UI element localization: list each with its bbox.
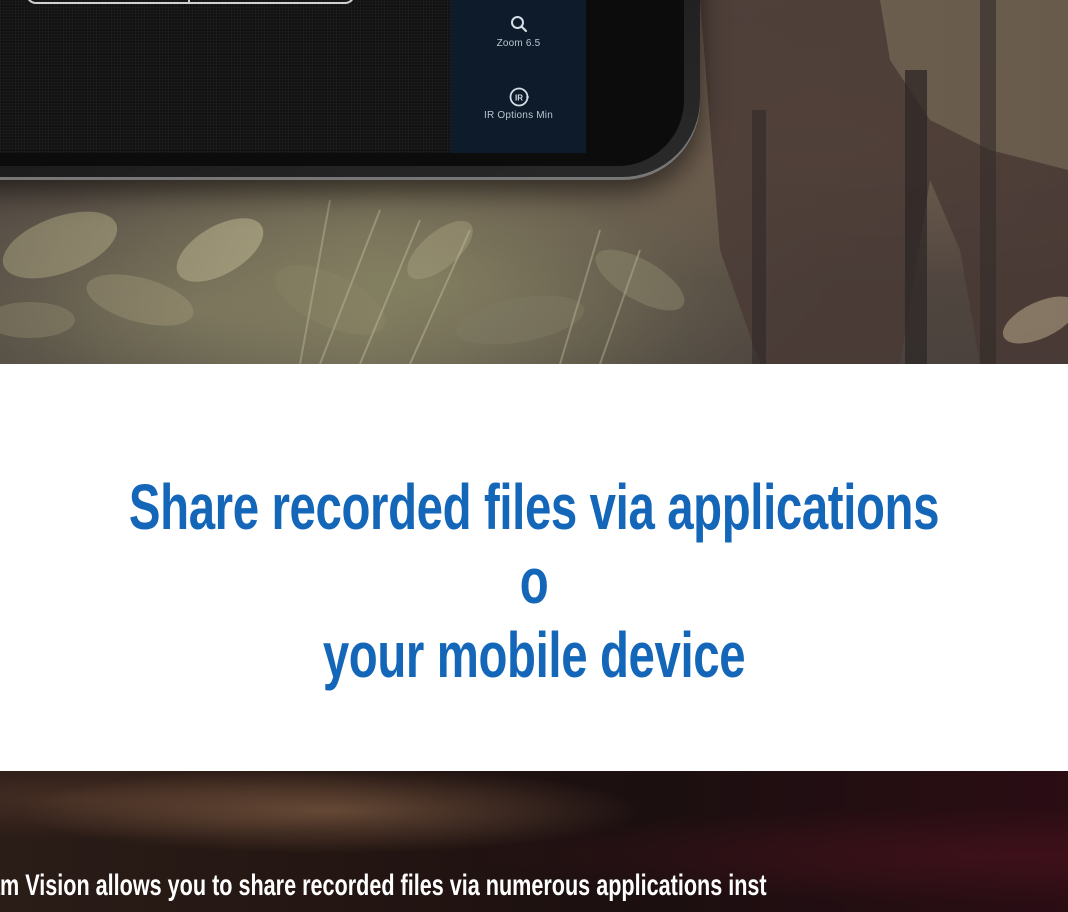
svg-text:IR: IR — [515, 94, 523, 103]
zoom-control[interactable]: Zoom 6.5 — [451, 14, 586, 49]
zoom-label: Zoom 6.5 — [496, 38, 541, 49]
description-text: am Vision allows you to share recorded f… — [0, 869, 767, 902]
ir-options-label: IR Options Min — [484, 110, 553, 121]
description-band: am Vision allows you to share recorded f… — [0, 771, 1068, 912]
section-heading: Share recorded files via applications o … — [109, 470, 959, 692]
ir-options-control[interactable]: IR IR Options Min — [451, 86, 586, 121]
screen-top-control-bar — [26, 0, 355, 4]
phone-screen: Zoom 6.5 IR IR Options Min — [0, 0, 586, 153]
phone-bezel: Zoom 6.5 IR IR Options Min — [0, 0, 684, 166]
share-section: Share recorded files via applications o … — [0, 364, 1068, 771]
top-bar-divider — [188, 0, 190, 2]
heading-line-1: Share recorded files via applications o — [128, 471, 940, 617]
search-icon — [451, 14, 586, 36]
hero-banner: Zoom 6.5 IR IR Options Min — [0, 0, 1068, 364]
phone-mockup: Zoom 6.5 IR IR Options Min — [0, 0, 700, 180]
ir-icon: IR — [451, 86, 586, 108]
heading-line-2: your mobile device — [322, 619, 746, 691]
camera-control-panel: Zoom 6.5 IR IR Options Min — [451, 0, 586, 153]
